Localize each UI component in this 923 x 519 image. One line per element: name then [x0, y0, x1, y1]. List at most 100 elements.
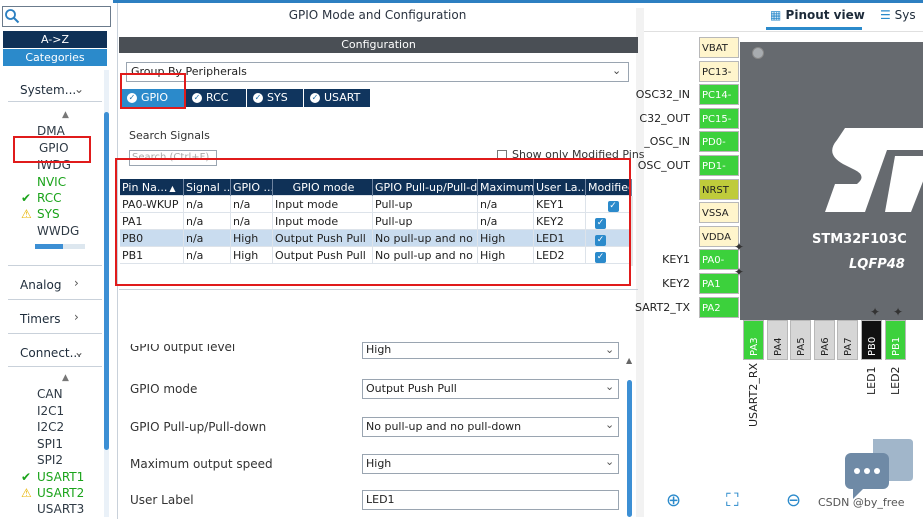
tab-sys[interactable]: ✓ SYS	[247, 89, 303, 107]
pin-signal-label: SART2_TX	[634, 300, 690, 314]
pin-vssa[interactable]: VSSA	[699, 202, 739, 224]
gpio-mode-select[interactable]: Output Push Pull	[362, 379, 619, 399]
pin-nrst[interactable]: NRST	[699, 178, 739, 200]
pin-pd1[interactable]: PD1-	[699, 155, 739, 176]
highlight-box	[120, 73, 186, 109]
category-analog[interactable]: Analog	[20, 278, 61, 292]
pin-lock-icon: ✦	[893, 305, 904, 319]
category-connectivity[interactable]: Connect...	[20, 346, 81, 360]
category-timers[interactable]: Timers	[20, 312, 61, 326]
check-icon: ✔	[21, 191, 32, 205]
watermark: CSDN @by_free	[818, 496, 905, 509]
pin-signal-label: KEY2	[662, 277, 690, 290]
prop-label-user-label: User Label	[130, 493, 194, 507]
divider	[8, 265, 102, 266]
pin-pb0[interactable]: PB0	[861, 320, 882, 360]
speed-select[interactable]: High	[362, 454, 619, 474]
property-scrollbar[interactable]	[627, 380, 632, 517]
divider	[8, 299, 102, 300]
tab-pinout-view[interactable]: ▦ Pinout view	[770, 8, 865, 22]
warning-icon: ⚠	[21, 486, 32, 500]
tree-item-rcc[interactable]: ✔ RCC	[21, 191, 62, 205]
chevron-right-icon[interactable]: ›	[74, 276, 79, 290]
sort-toggle-icon[interactable]: ▲	[62, 110, 69, 120]
pin-vbat[interactable]: VBAT	[699, 37, 739, 58]
warning-icon: ⚠	[21, 207, 32, 221]
scroll-up-icon[interactable]: ▲	[626, 356, 632, 365]
group-by-select[interactable]: Group By Peripherals	[126, 62, 629, 82]
chevron-down-icon[interactable]: ⌄	[605, 343, 614, 356]
sort-az-button[interactable]: A->Z	[3, 31, 107, 48]
peripheral-tabs: ✓ GPIO ✓ RCC ✓ SYS ✓ USART	[119, 89, 638, 107]
chevron-down-icon[interactable]: ⌄	[605, 380, 614, 393]
pin-pa4[interactable]: PA4	[766, 320, 788, 360]
pin-pa5[interactable]: PA5	[790, 320, 812, 360]
pin-pa0[interactable]: PA0-	[699, 249, 739, 271]
pin-vdda[interactable]: VDDA	[699, 225, 739, 247]
pin-signal-label: OSC32_IN	[635, 88, 690, 102]
chevron-down-icon[interactable]: ⌄	[605, 418, 614, 431]
tree-item-spi1[interactable]: SPI1	[37, 437, 63, 451]
active-tab-underline	[766, 27, 862, 30]
pin-signal-label: LED2	[888, 366, 902, 396]
tab-rcc[interactable]: ✓ RCC	[186, 89, 246, 107]
zoom-out-icon[interactable]: ⊖	[786, 490, 801, 511]
pin-pb1[interactable]: PB1	[884, 320, 906, 360]
tree-scroll-thumb[interactable]	[35, 244, 63, 249]
divider	[8, 101, 102, 102]
list-view-icon: ☰	[880, 8, 891, 22]
configuration-header: Configuration	[119, 37, 638, 53]
tree-item-sys[interactable]: ⚠ SYS	[21, 207, 60, 221]
highlight-box	[115, 158, 631, 286]
pin-pd0[interactable]: PD0-	[699, 131, 739, 153]
chip-view-icon: ▦	[770, 8, 782, 22]
left-scrollbar-thumb[interactable]	[104, 112, 109, 450]
chevron-down-icon[interactable]: ⌄	[612, 64, 621, 77]
pin1-marker	[752, 47, 764, 59]
categories-button[interactable]: Categories	[3, 49, 107, 66]
tab-usart[interactable]: ✓ USART	[304, 89, 370, 107]
pin-pa6[interactable]: PA6	[813, 320, 835, 360]
chevron-down-icon[interactable]: ⌄	[605, 455, 614, 468]
tab-system-view[interactable]: ☰ Sys	[880, 8, 916, 22]
search-icon[interactable]	[4, 8, 20, 24]
pin-pc15[interactable]: PC15-	[699, 107, 739, 129]
pin-signal-label: C32_OUT	[639, 111, 690, 125]
pin-pc14[interactable]: PC14-	[699, 84, 739, 106]
tree-item-can[interactable]: CAN	[37, 387, 63, 401]
section-divider	[119, 289, 638, 290]
panel-title: GPIO Mode and Configuration	[288, 8, 467, 22]
tree-item-nvic[interactable]: NVIC	[37, 175, 66, 189]
zoom-in-icon[interactable]: ⊕	[666, 490, 681, 511]
chip-package: LQFP48	[849, 257, 905, 272]
panel-splitter[interactable]	[636, 8, 644, 517]
divider	[644, 31, 923, 32]
tree-item-i2c1[interactable]: I2C1	[37, 404, 64, 418]
sort-toggle-icon[interactable]: ▲	[62, 373, 69, 383]
chevron-down-icon[interactable]: ⌄	[74, 82, 84, 96]
tree-item-usart2[interactable]: ⚠ USART2	[21, 486, 84, 500]
highlight-box	[13, 136, 91, 163]
chevron-down-icon[interactable]: ⌄	[74, 345, 84, 359]
pin-lock-icon: ✦	[734, 240, 745, 254]
pin-pa2[interactable]: PA2	[699, 296, 739, 318]
user-label-input[interactable]: LED1	[362, 490, 619, 510]
pin-pc13[interactable]: PC13-	[699, 60, 739, 82]
pin-lock-icon: ✦	[870, 305, 881, 319]
chat-bubble-icon[interactable]	[843, 437, 913, 501]
tree-item-usart1[interactable]: ✔ USART1	[21, 470, 84, 484]
tree-item-usart3[interactable]: USART3	[37, 502, 84, 516]
pin-signal-label: LED1	[865, 366, 878, 396]
pull-select[interactable]: No pull-up and no pull-down	[362, 417, 619, 437]
tree-item-wwdg[interactable]: WWDG	[37, 224, 79, 238]
category-system[interactable]: System...	[20, 83, 76, 97]
chevron-right-icon[interactable]: ›	[74, 310, 79, 324]
pin-pa3[interactable]: PA3	[743, 320, 764, 360]
tree-item-spi2[interactable]: SPI2	[37, 453, 63, 467]
fit-screen-icon[interactable]: ⛶	[726, 490, 739, 511]
output-level-select[interactable]: High	[362, 342, 619, 359]
pin-pa1[interactable]: PA1	[699, 273, 739, 294]
tree-item-i2c2[interactable]: I2C2	[37, 420, 64, 434]
prop-label-gpio-mode: GPIO mode	[130, 382, 198, 396]
pin-pa7[interactable]: PA7	[837, 320, 859, 360]
